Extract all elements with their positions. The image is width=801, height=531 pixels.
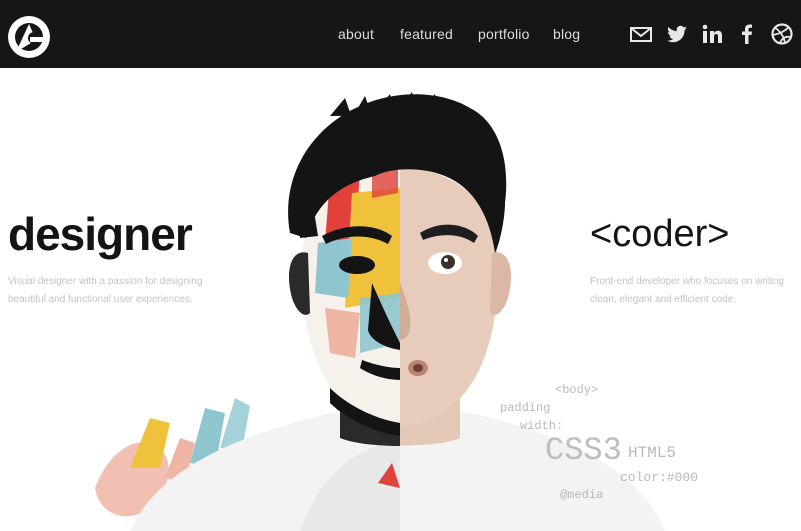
code-fragment: width: (520, 419, 564, 433)
coder-heading: <coder> (590, 213, 730, 255)
nav-featured[interactable]: featured (400, 26, 453, 42)
code-fragment: HTML5 (628, 444, 677, 462)
mail-icon[interactable] (629, 22, 653, 46)
code-fragment: color:#000 (620, 470, 699, 485)
nav-portfolio[interactable]: portfolio (478, 26, 530, 42)
linkedin-icon[interactable] (700, 22, 724, 46)
coder-description: Front-end developer who focuses on writi… (590, 276, 784, 305)
nav-about[interactable]: about (338, 26, 374, 42)
twitter-icon[interactable] (665, 22, 689, 46)
code-fragment: <body> (555, 383, 599, 397)
designer-heading: designer (8, 208, 193, 260)
nav-blog[interactable]: blog (553, 26, 580, 42)
facebook-icon[interactable] (735, 22, 759, 46)
top-navigation-bar: about featured portfolio blog (0, 0, 801, 68)
designer-description: Visual designer with a passion for desig… (8, 276, 203, 305)
code-fragment: CSS3 (545, 432, 622, 469)
dribbble-icon[interactable] (770, 22, 794, 46)
hero-section: designer Visual designer with a passion … (0, 68, 801, 531)
code-fragment: padding (500, 401, 551, 415)
code-fragment: @media (560, 488, 604, 502)
